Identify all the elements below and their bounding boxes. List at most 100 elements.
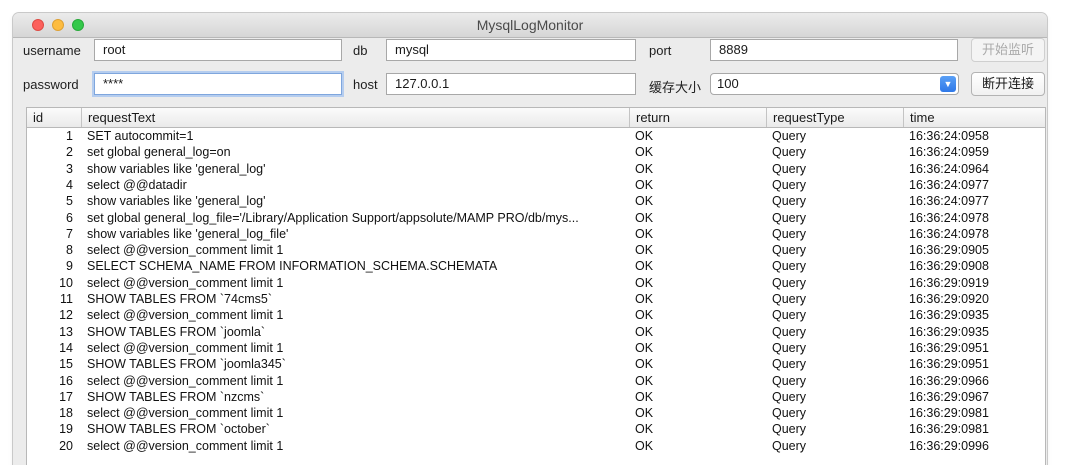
username-label: username [23,43,81,58]
cell-id: 20 [59,438,73,453]
cache-size-select[interactable]: 100 ▼ [710,73,959,95]
cell-time: 16:36:29:0935 [909,324,989,339]
cell-id: 7 [66,226,73,241]
cell-time: 16:36:29:0996 [909,438,989,453]
log-table[interactable]: id requestText return requestType time 1… [26,107,1046,465]
table-row[interactable]: 2 set global general_log=on OK Query 16:36:2… [27,144,1045,160]
cell-return: OK [635,194,654,209]
cell-request-type: Query [772,422,807,437]
cell-request-text: SHOW TABLES FROM `joomla345` [87,357,286,372]
cell-request-type: Query [772,177,807,192]
cell-request-type: Query [772,161,807,176]
cell-request-text: SHOW TABLES FROM `october` [87,422,270,437]
host-label: host [353,77,378,92]
cell-id: 2 [66,145,73,160]
column-header-return[interactable]: return [630,108,767,127]
cell-return: OK [635,438,654,453]
title-bar[interactable]: MysqlLogMonitor [13,13,1047,38]
cell-request-text: select @@version_comment limit 1 [87,406,284,421]
cell-request-text: select @@version_comment limit 1 [87,243,284,258]
db-input[interactable]: mysql [386,39,636,61]
cache-size-label: 缓存大小 [649,80,702,95]
cell-return: OK [635,161,654,176]
table-row[interactable]: 11 SHOW TABLES FROM `74cms5` OK Query 16:36:… [27,291,1045,307]
cell-time: 16:36:24:0959 [909,145,989,160]
cell-return: OK [635,340,654,355]
cell-return: OK [635,177,654,192]
table-row[interactable]: 6 set global general_log_file='/Library/A… [27,210,1045,226]
cell-time: 16:36:29:0951 [909,340,989,355]
table-row[interactable]: 19 SHOW TABLES FROM `october` OK Query 16:36… [27,421,1045,437]
cell-request-text: select @@version_comment limit 1 [87,275,284,290]
cell-request-text: select @@datadir [87,177,187,192]
cell-return: OK [635,324,654,339]
cell-request-type: Query [772,129,807,143]
disconnect-button[interactable]: 断开连接 [971,72,1045,96]
app-window: MysqlLogMonitor username root db mysql p… [13,13,1047,465]
table-row[interactable]: 14 select @@version_comment limit 1 OK Quer… [27,340,1045,356]
cell-id: 12 [59,308,73,323]
table-row[interactable]: 7 show variables like 'general_log_file' O… [27,226,1045,242]
table-row[interactable]: 9 SELECT SCHEMA_NAME FROM INFORMATION_SCH… [27,258,1045,274]
table-row[interactable]: 10 select @@version_comment limit 1 OK Quer… [27,275,1045,291]
cell-request-type: Query [772,243,807,258]
table-row[interactable]: 18 select @@version_comment limit 1 OK Quer… [27,405,1045,421]
cell-return: OK [635,226,654,241]
start-listen-button[interactable]: 开始监听 [971,38,1045,62]
cell-request-text: select @@version_comment limit 1 [87,373,284,388]
cell-id: 8 [66,243,73,258]
cell-request-type: Query [772,226,807,241]
cell-return: OK [635,373,654,388]
cell-time: 16:36:29:0905 [909,243,989,258]
cell-time: 16:36:29:0981 [909,406,989,421]
cell-request-type: Query [772,308,807,323]
cell-return: OK [635,243,654,258]
table-row[interactable]: 12 select @@version_comment limit 1 OK Quer… [27,307,1045,323]
table-row[interactable]: 3 show variables like 'general_log' OK Quer… [27,161,1045,177]
cell-time: 16:36:29:0908 [909,259,989,274]
cell-request-type: Query [772,275,807,290]
table-row[interactable]: 4 select @@datadir OK Query 16:36:24:0977 [27,177,1045,193]
cell-time: 16:36:29:0919 [909,275,989,290]
cell-time: 16:36:29:0981 [909,422,989,437]
table-row[interactable]: 15 SHOW TABLES FROM `joomla345` OK Query 16:… [27,356,1045,372]
column-header-time[interactable]: time [904,108,1045,127]
host-input[interactable]: 127.0.0.1 [386,73,636,95]
cell-time: 16:36:24:0978 [909,210,989,225]
cell-return: OK [635,259,654,274]
port-label: port [649,43,672,58]
cell-time: 16:36:24:0977 [909,177,989,192]
cell-id: 13 [59,324,73,339]
cell-request-text: SHOW TABLES FROM `nzcms` [87,389,265,404]
cell-request-type: Query [772,145,807,160]
port-input[interactable]: 8889 [710,39,958,61]
column-header-requesttype[interactable]: requestType [767,108,904,127]
table-row[interactable]: 16 select @@version_comment limit 1 OK Quer… [27,373,1045,389]
column-header-id[interactable]: id [27,108,82,127]
username-input[interactable]: root [94,39,342,61]
table-row[interactable]: 17 SHOW TABLES FROM `nzcms` OK Query 16:36:2… [27,389,1045,405]
window-title: MysqlLogMonitor [476,17,584,33]
table-row[interactable]: 8 select @@version_comment limit 1 OK Query… [27,242,1045,258]
table-row[interactable]: 5 show variables like 'general_log' OK Quer… [27,193,1045,209]
cell-id: 6 [66,210,73,225]
cell-id: 5 [66,194,73,209]
column-header-requesttext[interactable]: requestText [82,108,630,127]
cell-request-type: Query [772,340,807,355]
cell-time: 16:36:29:0935 [909,308,989,323]
db-label: db [353,43,368,58]
table-row[interactable]: 13 SHOW TABLES FROM `joomla` OK Query 16:36:… [27,324,1045,340]
cell-id: 3 [66,161,73,176]
cell-request-type: Query [772,194,807,209]
table-row[interactable]: 1 SET autocommit=1 OK Query 16:36:24:0958 [27,128,1045,144]
cell-request-type: Query [772,373,807,388]
cell-request-text: show variables like 'general_log' [87,194,266,209]
cell-time: 16:36:24:0977 [909,194,989,209]
cell-return: OK [635,292,654,306]
table-row[interactable]: 20 select @@version_comment limit 1 OK Quer… [27,438,1045,454]
cell-request-text: SET autocommit=1 [87,129,194,143]
cell-id: 9 [66,259,73,274]
cell-request-text: set global general_log=on [87,145,231,160]
dropdown-arrow-icon[interactable]: ▼ [940,76,956,92]
password-input[interactable]: **** [94,73,342,95]
